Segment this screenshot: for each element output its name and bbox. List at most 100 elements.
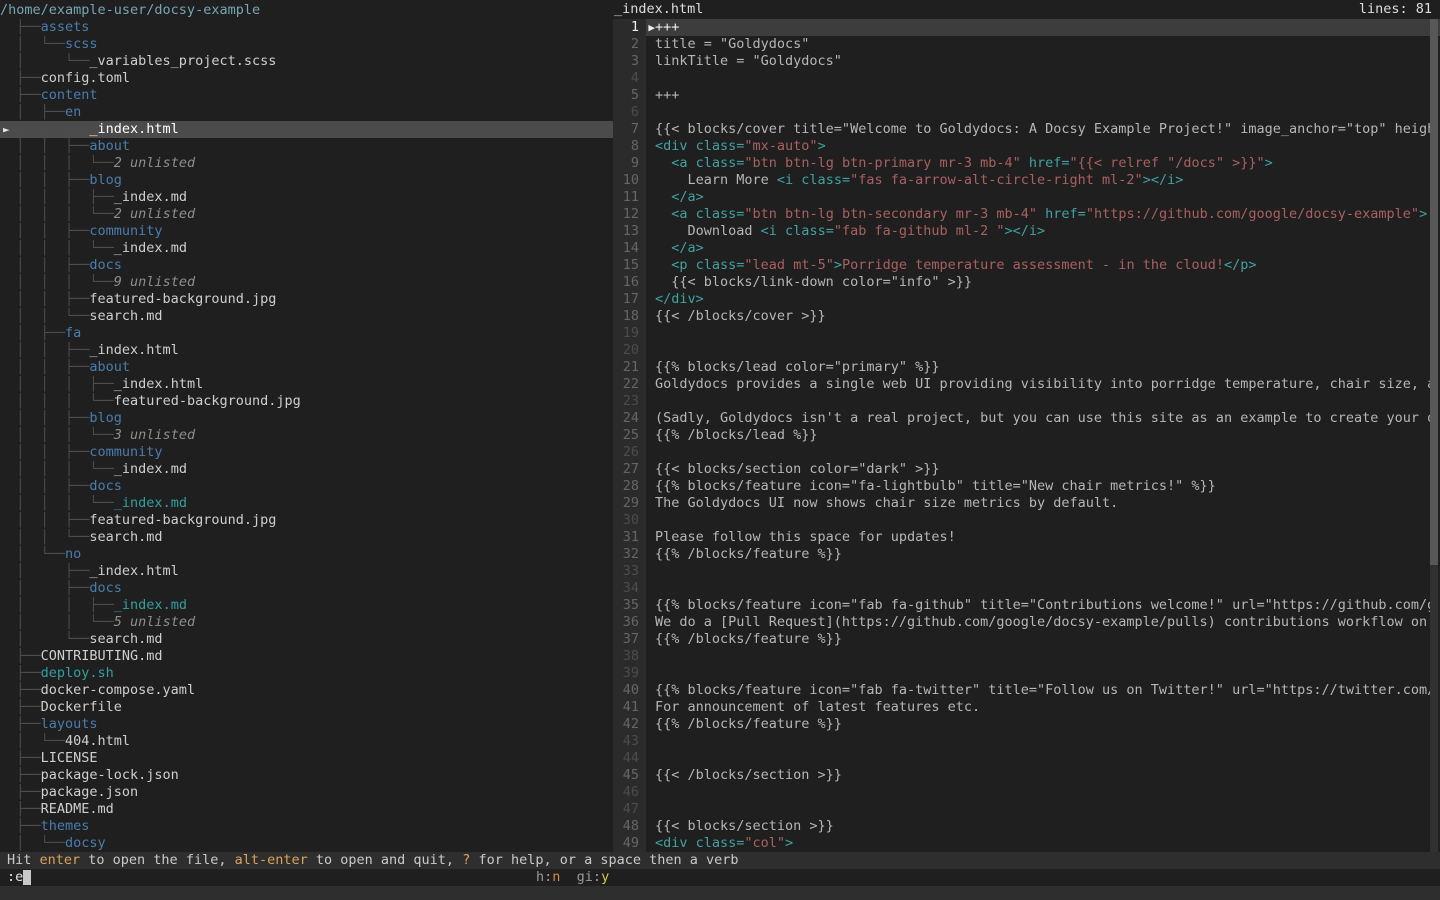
tree-row-file[interactable]: │ └──_variables_project.scss [0,53,613,70]
tree-row-file[interactable]: │ │ ├──featured-background.jpg [0,291,613,308]
code-line[interactable]: 20 [613,342,1440,359]
tree-row-directory[interactable]: │ ├──fa [0,325,613,342]
tree-row-file[interactable]: │ │ └──search.md [0,308,613,325]
tree-row-directory[interactable]: │ │ ├──blog [0,410,613,427]
code-line[interactable]: 13 Download <i class="fab fa-github ml-2… [613,223,1440,240]
code-line[interactable]: 49<div class="col"> [613,835,1440,852]
tree-row-directory[interactable]: │ │ ├──docs [0,478,613,495]
tree-row-directory[interactable]: ├──assets [0,19,613,36]
code-line[interactable]: 29The Goldydocs UI now shows chair size … [613,495,1440,512]
tree-row-directory[interactable]: │ ├──docs [0,580,613,597]
command-prompt[interactable]: :e [7,869,31,886]
code-line[interactable]: 1▶+++ [613,19,1440,36]
code-line[interactable]: 19 [613,325,1440,342]
tree-row-file[interactable]: │ │ │ ├──_index.html [0,376,613,393]
tree-row-directory[interactable]: │ │ ├──community [0,223,613,240]
tree-row-file[interactable]: ├──config.toml [0,70,613,87]
code-line[interactable]: 6 [613,104,1440,121]
code-line[interactable]: 45{{< /blocks/section >}} [613,767,1440,784]
tree-row-directory[interactable]: │ │ ├──about [0,359,613,376]
tree-row-file[interactable]: │ │ ├──featured-background.jpg [0,512,613,529]
tree-row-file[interactable]: │ │ │ └──_index.md [0,461,613,478]
tree-row-file[interactable]: │ │ │ └──3 unlisted [0,427,613,444]
code-line[interactable]: 34 [613,580,1440,597]
code-line[interactable]: 17</div> [613,291,1440,308]
tree-row-file[interactable]: │ ├──_index.html [0,563,613,580]
code-line[interactable]: 37{{% /blocks/feature %}} [613,631,1440,648]
code-line[interactable]: 2title = "Goldydocs" [613,36,1440,53]
preview-scrollbar[interactable] [1430,19,1438,852]
code-line[interactable]: 28{{% blocks/feature icon="fa-lightbulb"… [613,478,1440,495]
tree-row-file[interactable]: ├──docker-compose.yaml [0,682,613,699]
code-line[interactable]: 11 </a> [613,189,1440,206]
tree-row-file[interactable]: ► │ │ ├──_index.html [0,121,613,138]
tree-row-file[interactable]: ├──LICENSE [0,750,613,767]
command-input-line[interactable]: :e h:n gi:y [0,869,1440,886]
tree-row-file[interactable]: │ │ ├──_index.md [0,597,613,614]
tree-row-file[interactable]: │ │ │ └──2 unlisted [0,206,613,223]
code-line[interactable]: 39 [613,665,1440,682]
code-line[interactable]: 12 <a class="btn btn-lg btn-secondary mr… [613,206,1440,223]
code-line[interactable]: 43 [613,733,1440,750]
code-line[interactable]: 18{{< /blocks/cover >}} [613,308,1440,325]
tree-row-directory[interactable]: ├──themes [0,818,613,835]
code-line[interactable]: 4 [613,70,1440,87]
code-line[interactable]: 26 [613,444,1440,461]
tree-row-file[interactable]: ├──Dockerfile [0,699,613,716]
code-line[interactable]: 41For announcement of latest features et… [613,699,1440,716]
tree-row-file[interactable]: │ │ │ └──_index.md [0,240,613,257]
tree-row-directory[interactable]: ├──content [0,87,613,104]
code-line[interactable]: 33 [613,563,1440,580]
code-line[interactable]: 8<div class="mx-auto"> [613,138,1440,155]
tree-row-file[interactable]: │ │ └──5 unlisted [0,614,613,631]
code-line[interactable]: 32{{% /blocks/feature %}} [613,546,1440,563]
code-line[interactable]: 38 [613,648,1440,665]
tree-row-directory[interactable]: │ │ ├──docs [0,257,613,274]
tree-row-file[interactable]: │ │ │ └──2 unlisted [0,155,613,172]
tree-row-file[interactable]: │ │ ├──_index.html [0,342,613,359]
code-line[interactable]: 3linkTitle = "Goldydocs" [613,53,1440,70]
tree-row-directory[interactable]: │ │ ├──blog [0,172,613,189]
code-line[interactable]: 23 [613,393,1440,410]
tree-row-directory[interactable]: │ └──docsy [0,835,613,852]
code-line[interactable]: 25{{% /blocks/lead %}} [613,427,1440,444]
code-line[interactable]: 42{{% /blocks/feature %}} [613,716,1440,733]
code-line[interactable]: 9 <a class="btn btn-lg btn-primary mr-3 … [613,155,1440,172]
code-line[interactable]: 21{{% blocks/lead color="primary" %}} [613,359,1440,376]
code-line[interactable]: 16 {{< blocks/link-down color="info" >}} [613,274,1440,291]
code-line[interactable]: 31Please follow this space for updates! [613,529,1440,546]
code-line[interactable]: 10 Learn More <i class="fas fa-arrow-alt… [613,172,1440,189]
code-line[interactable]: 47 [613,801,1440,818]
tree-row-file[interactable]: ├──README.md [0,801,613,818]
tree-row-file[interactable]: ├──package.json [0,784,613,801]
tree-row-file[interactable]: ├──deploy.sh [0,665,613,682]
code-line[interactable]: 35{{% blocks/feature icon="fab fa-github… [613,597,1440,614]
code-line[interactable]: 24(Sadly, Goldydocs isn't a real project… [613,410,1440,427]
code-line[interactable]: 46 [613,784,1440,801]
code-line[interactable]: 22Goldydocs provides a single web UI pro… [613,376,1440,393]
code-line[interactable]: 44 [613,750,1440,767]
tree-row-directory[interactable]: │ │ ├──about [0,138,613,155]
code-line[interactable]: 30 [613,512,1440,529]
code-line[interactable]: 48{{< blocks/section >}} [613,818,1440,835]
tree-row-file[interactable]: │ └──search.md [0,631,613,648]
tree-row-directory[interactable]: │ └──scss [0,36,613,53]
tree-row-directory[interactable]: │ └──no [0,546,613,563]
tree-row-file[interactable]: │ │ │ ├──_index.md [0,189,613,206]
tree-row-file[interactable]: │ │ │ └──featured-background.jpg [0,393,613,410]
tree-row-file[interactable]: │ │ │ └──9 unlisted [0,274,613,291]
tree-row-file[interactable]: │ └──404.html [0,733,613,750]
tree-row-file[interactable]: │ │ └──search.md [0,529,613,546]
code-line[interactable]: 7{{< blocks/cover title="Welcome to Gold… [613,121,1440,138]
tree-row-file[interactable]: ├──CONTRIBUTING.md [0,648,613,665]
tree-row-directory[interactable]: ├──layouts [0,716,613,733]
scrollbar-thumb[interactable] [1430,19,1438,565]
code-line[interactable]: 14 </a> [613,240,1440,257]
code-line[interactable]: 36We do a [Pull Request](https://github.… [613,614,1440,631]
tree-row-file[interactable]: │ │ │ └──_index.md [0,495,613,512]
code-line[interactable]: 40{{% blocks/feature icon="fab fa-twitte… [613,682,1440,699]
code-line[interactable]: 5+++ [613,87,1440,104]
tree-row-file[interactable]: ├──package-lock.json [0,767,613,784]
code-line[interactable]: 27{{< blocks/section color="dark" >}} [613,461,1440,478]
code-line[interactable]: 15 <p class="lead mt-5">Porridge tempera… [613,257,1440,274]
